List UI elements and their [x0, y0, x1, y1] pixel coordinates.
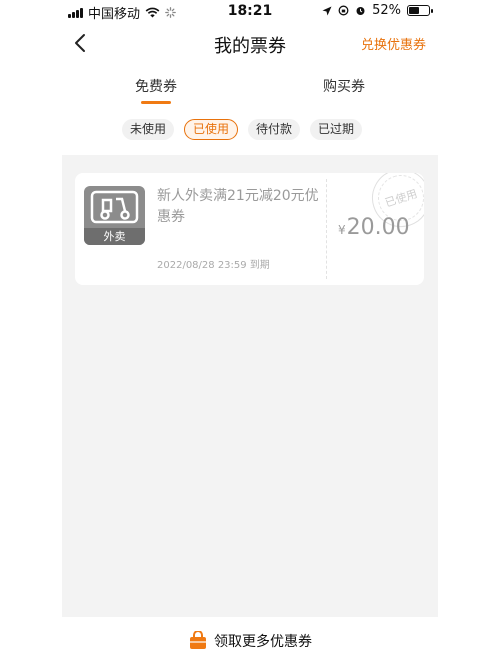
tab-purchased-coupons[interactable]: 购买券 — [250, 72, 438, 106]
coupon-expiry: 2022/08/28 23:59 到期 — [157, 260, 270, 271]
takeout-thumbnail: 外卖 — [84, 186, 145, 245]
tab-free-coupons[interactable]: 免费券 — [62, 72, 250, 106]
nav-bar: 我的票券 兑换优惠券 — [62, 22, 438, 64]
card-divider — [326, 179, 327, 279]
battery-icon — [407, 5, 433, 16]
filter-unused[interactable]: 未使用 — [122, 119, 175, 140]
status-bar: 中国移动 18:21 52% — [0, 0, 500, 22]
coupon-list[interactable]: 外卖 新人外卖满21元减20元优惠券 2022/08/28 23:59 到期 已… — [62, 155, 438, 617]
thumbnail-label: 外卖 — [84, 228, 145, 245]
amount-value: 20.00 — [346, 215, 410, 240]
coupon-amount: ¥ 20.00 — [338, 215, 410, 240]
coupon-card[interactable]: 外卖 新人外卖满21元减20元优惠券 2022/08/28 23:59 到期 已… — [75, 173, 424, 285]
battery-level — [409, 7, 419, 14]
filter-expired[interactable]: 已过期 — [310, 119, 363, 140]
orientation-lock-icon — [338, 5, 349, 16]
delivery-scooter-icon — [90, 190, 139, 224]
currency-symbol: ¥ — [338, 223, 346, 237]
location-arrow-icon — [322, 6, 332, 15]
status-right: 52% — [322, 3, 433, 18]
filter-used[interactable]: 已使用 — [184, 119, 239, 140]
redeem-coupon-button[interactable]: 兑换优惠券 — [361, 34, 426, 53]
get-more-coupons-link[interactable]: 领取更多优惠券 — [0, 631, 500, 651]
coupon-type-tabs: 免费券 购买券 — [62, 72, 438, 106]
coupon-title: 新人外卖满21元减20元优惠券 — [157, 188, 319, 225]
get-more-coupons-label: 领取更多优惠券 — [214, 634, 312, 650]
alarm-icon — [356, 7, 365, 15]
filter-pending-payment[interactable]: 待付款 — [248, 119, 301, 140]
coupon-bag-icon — [190, 631, 206, 649]
battery-percent: 52% — [372, 3, 401, 18]
status-filter-chips: 未使用 已使用 待付款 已过期 — [122, 119, 363, 140]
